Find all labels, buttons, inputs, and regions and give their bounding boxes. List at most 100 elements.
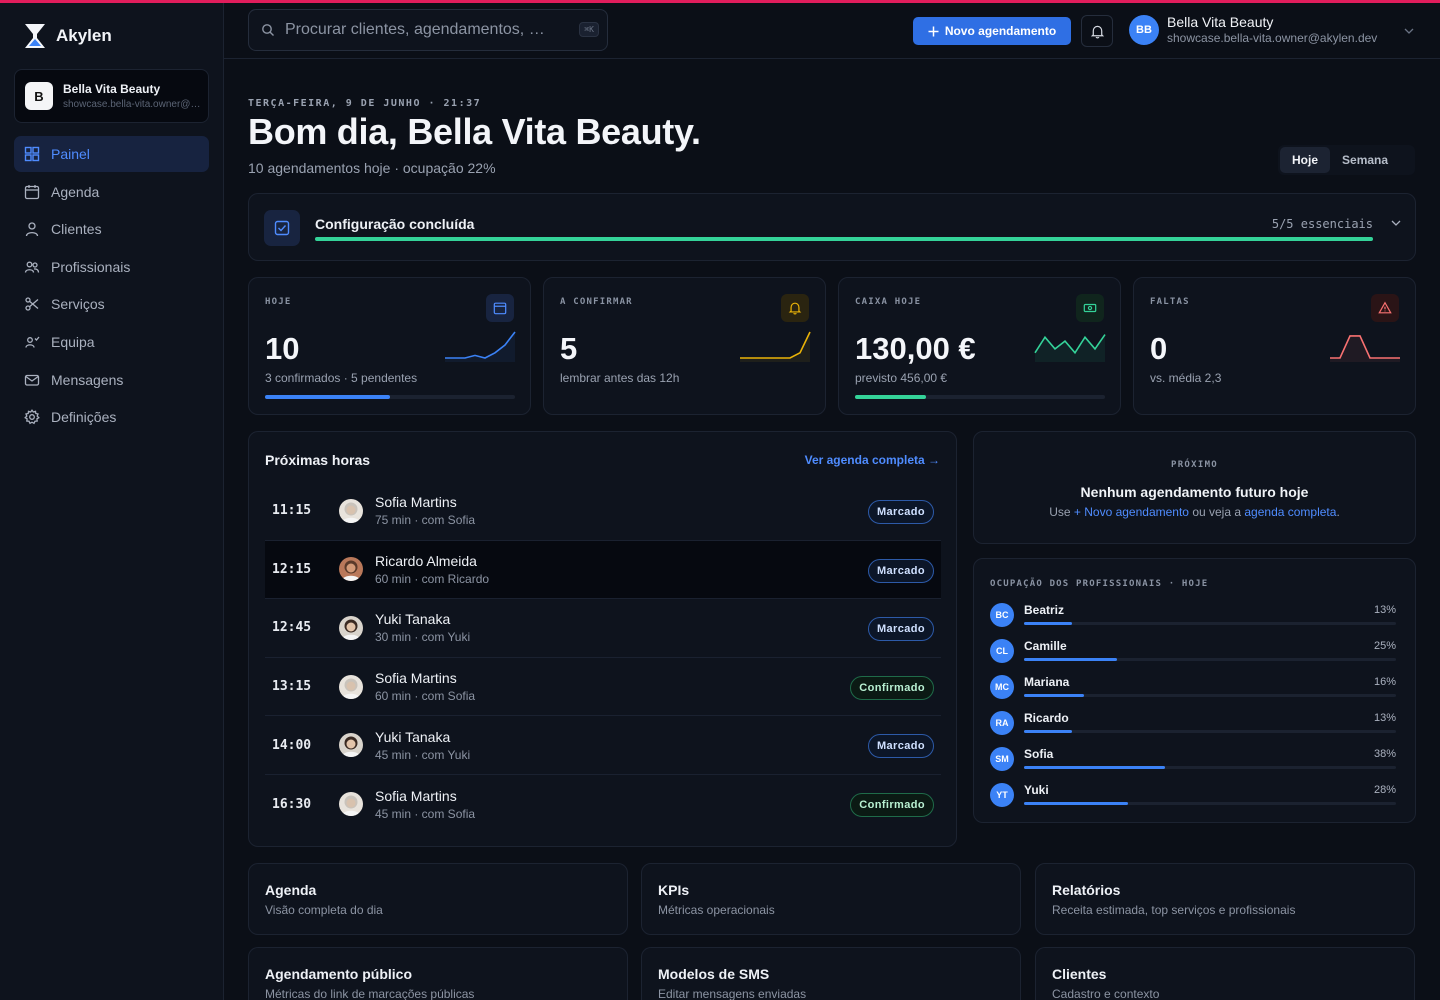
setup-progress-fill	[315, 237, 1373, 241]
occupancy-row: YT Yuki 28%	[990, 779, 1396, 815]
full-agenda-link[interactable]: agenda completa	[1244, 505, 1336, 519]
range-toggle: Hoje Semana	[1278, 145, 1415, 175]
client-name: Ricardo Almeida	[375, 552, 477, 569]
brand[interactable]: Akylen	[24, 23, 112, 49]
appointment-time: 12:45	[272, 620, 312, 636]
quick-link-kpis[interactable]: KPIs Métricas operacionais	[641, 863, 1021, 935]
sidebar-item-servicos[interactable]: Serviços	[14, 286, 209, 322]
quick-link-title: Agendamento público	[265, 966, 412, 982]
quick-link-title: Modelos de SMS	[658, 966, 770, 982]
next-label: PRÓXIMO	[1170, 460, 1219, 470]
chevron-down-icon[interactable]	[1404, 28, 1414, 34]
tenant-email: showcase.bella-vita.owner@akylen.dev	[63, 99, 201, 110]
search-shortcut-hint: ⌘K	[579, 22, 599, 37]
avatar	[339, 792, 363, 817]
occupancy-row: BC Beatriz 13%	[990, 599, 1396, 635]
brand-name: Akylen	[56, 26, 112, 45]
kpi-label: A CONFIRMAR	[560, 297, 633, 307]
status-badge[interactable]: Marcado	[867, 500, 934, 524]
kpi-value: 10	[265, 331, 300, 366]
upcoming-title: Próximas horas	[265, 452, 371, 468]
kpi-sparkline	[1034, 334, 1106, 362]
sidebar-item-painel[interactable]: Painel	[14, 136, 209, 172]
appointment-time: 16:30	[272, 796, 312, 812]
kpi-card-hoje[interactable]: HOJE 10 3 confirmados · 5 pendentes	[248, 277, 531, 415]
appointment-row[interactable]: 14:00 Yuki Tanaka 45 min · com Yuki Marc…	[265, 716, 941, 775]
status-badge[interactable]: Marcado	[867, 617, 934, 642]
tenant-switcher[interactable]: B Bella Vita Beauty showcase.bella-vita.…	[14, 69, 209, 123]
quick-link-subtitle: Editar mensagens enviadas	[658, 987, 807, 1000]
new-appointment-button[interactable]: Novo agendamento	[913, 17, 1071, 45]
client-name: Yuki Tanaka	[375, 611, 451, 628]
kpi-card-caixa[interactable]: CAIXA HOJE 130,00 € previsto 456,00 €	[838, 277, 1121, 415]
status-badge[interactable]: Confirmado	[850, 675, 934, 700]
occupancy-bar	[1024, 622, 1396, 625]
avatar	[339, 615, 363, 640]
view-full-agenda-link[interactable]: Ver agenda completa →	[805, 453, 940, 467]
occupancy-percent: 28%	[1373, 784, 1396, 796]
appointment-time: 11:15	[272, 503, 312, 519]
occupancy-row: CL Camille 25%	[990, 635, 1396, 671]
occupancy-percent: 13%	[1373, 712, 1396, 724]
kpi-label: FALTAS	[1150, 297, 1190, 307]
setup-status-card[interactable]: Configuração concluída 5/5 essenciais	[248, 193, 1416, 261]
avatar: BC	[990, 603, 1014, 627]
quick-link-clientes[interactable]: Clientes Cadastro e contexto	[1035, 947, 1415, 1000]
mail-icon	[24, 374, 40, 386]
status-badge[interactable]: Marcado	[867, 734, 934, 759]
quick-link-modelos-sms[interactable]: Modelos de SMS Editar mensagens enviadas	[641, 947, 1021, 1000]
kpi-subtext: vs. média 2,3	[1150, 371, 1222, 385]
search-input[interactable]	[285, 21, 565, 39]
setup-title: Configuração concluída	[315, 216, 475, 232]
avatar: SM	[990, 747, 1014, 771]
quick-link-agendamento-publico[interactable]: Agendamento público Métricas do link de …	[248, 947, 628, 1000]
sidebar-item-label: Profissionais	[51, 258, 131, 275]
quick-link-relatorios[interactable]: Relatórios Receita estimada, top serviço…	[1035, 863, 1415, 935]
search-box[interactable]: ⌘K	[248, 9, 608, 51]
appointment-row[interactable]: 13:15 Sofia Martins 60 min · com Sofia C…	[265, 658, 941, 717]
sidebar-item-definicoes[interactable]: Definições	[14, 399, 209, 435]
status-badge[interactable]: Marcado	[867, 558, 934, 583]
sidebar-item-profissionais[interactable]: Profissionais	[14, 249, 209, 285]
plus-icon	[928, 26, 939, 36]
notifications-button[interactable]	[1081, 15, 1113, 47]
user-menu[interactable]: BB Bella Vita Beauty showcase.bella-vita…	[1129, 14, 1377, 45]
status-badge[interactable]: Confirmado	[850, 792, 934, 817]
kpi-card-confirmar[interactable]: A CONFIRMAR 5 lembrar antes das 12h	[543, 277, 826, 415]
appointment-row[interactable]: 11:15 Sofia Martins 75 min · com Sofia M…	[265, 482, 941, 541]
next-empty-text: Use + Novo agendamento ou veja a agenda …	[974, 505, 1415, 519]
occupancy-bar	[1024, 658, 1396, 661]
quick-link-subtitle: Receita estimada, top serviços e profiss…	[1052, 903, 1296, 917]
sidebar-item-mensagens[interactable]: Mensagens	[14, 362, 209, 398]
occupancy-bar	[1024, 766, 1396, 769]
new-appointment-link[interactable]: + Novo agendamento	[1074, 505, 1189, 519]
appointment-row[interactable]: 16:30 Sofia Martins 45 min · com Sofia C…	[265, 775, 941, 834]
upcoming-appointments-card: Próximas horas Ver agenda completa → 11:…	[248, 431, 957, 847]
team-icon	[25, 336, 40, 348]
avatar	[339, 557, 363, 582]
kpi-card-faltas[interactable]: FALTAS 0 vs. média 2,3	[1133, 277, 1416, 415]
kpi-progress-fill	[265, 395, 390, 399]
alert-icon	[1371, 294, 1399, 322]
sidebar-item-equipa[interactable]: Equipa	[14, 324, 209, 360]
chevron-down-icon[interactable]	[1391, 220, 1401, 226]
appointment-row[interactable]: 12:45 Yuki Tanaka 30 min · com Yuki Marc…	[265, 599, 941, 658]
sidebar-item-clientes[interactable]: Clientes	[14, 211, 209, 247]
user-email: showcase.bella-vita.owner@akylen.dev	[1167, 31, 1378, 45]
range-week-button[interactable]: Semana	[1330, 147, 1400, 173]
tenant-name: Bella Vita Beauty	[63, 82, 161, 96]
appointment-time: 12:15	[272, 561, 312, 577]
kpi-value: 0	[1150, 331, 1168, 366]
setup-icon-box	[264, 210, 300, 246]
quick-link-title: Relatórios	[1052, 882, 1121, 898]
sidebar-item-agenda[interactable]: Agenda	[14, 174, 209, 210]
quick-link-agenda[interactable]: Agenda Visão completa do dia	[248, 863, 628, 935]
client-name: Yuki Tanaka	[375, 728, 451, 745]
appointment-row[interactable]: 12:15 Ricardo Almeida 60 min · com Ricar…	[265, 540, 941, 600]
range-today-button[interactable]: Hoje	[1280, 147, 1331, 173]
avatar: BB	[1129, 14, 1159, 45]
bell-icon	[1090, 25, 1104, 38]
occupancy-row: RA Ricardo 13%	[990, 707, 1396, 743]
appointment-meta: 60 min · com Ricardo	[375, 571, 490, 586]
occupancy-percent: 13%	[1373, 604, 1396, 616]
